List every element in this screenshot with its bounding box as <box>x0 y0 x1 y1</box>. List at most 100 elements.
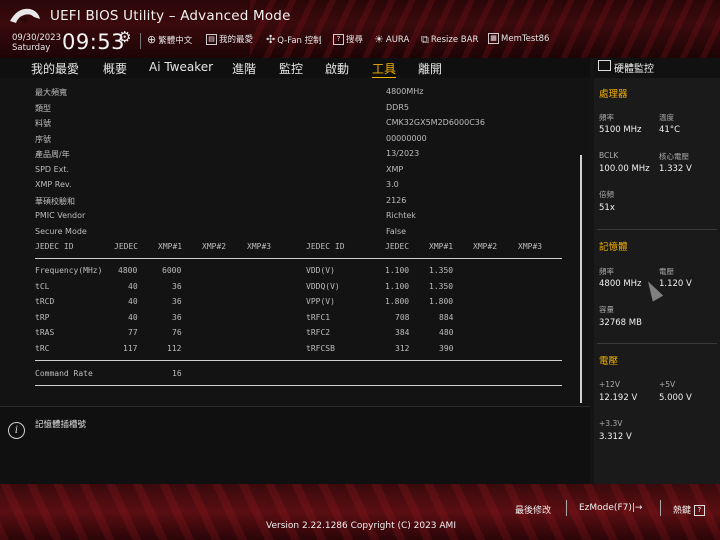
table-header: XMP#1 <box>429 242 454 251</box>
table-cell: 1.100 <box>385 282 410 291</box>
field-value: 4800MHz <box>386 87 424 96</box>
table-cell: 312 <box>395 344 410 353</box>
cpu-freq-label: 頻率 <box>599 113 614 122</box>
table-cell: 708 <box>395 313 410 322</box>
tab-boot[interactable]: 啟動 <box>325 60 349 77</box>
table-cell: Frequency(MHz) <box>35 266 103 275</box>
mem-volt-label: 電壓 <box>659 267 674 276</box>
ezmode-button[interactable]: EzMode(F7)|→ <box>579 503 642 513</box>
hotkeys-label: 熱鍵 <box>673 506 692 516</box>
table-cell: 390 <box>439 344 454 353</box>
search-button[interactable]: ? 搜尋 <box>333 33 363 45</box>
vcore-value: 1.332 V <box>659 164 692 174</box>
table-header: JEDEC ID <box>35 242 74 251</box>
table-cell: 112 <box>167 344 182 353</box>
my-favorites-label: 我的最愛 <box>219 35 254 45</box>
field-label: XMP Rev. <box>35 180 72 189</box>
field-label: 最大頻寬 <box>35 88 67 97</box>
field-label: 產品周/年 <box>35 150 70 159</box>
field-value: XMP <box>386 165 404 174</box>
language-label: 繁體中文 <box>158 35 193 46</box>
memory-section-title: 記憶體 <box>599 242 628 253</box>
tab-main[interactable]: 概要 <box>103 60 127 77</box>
table-cell: 1.100 <box>385 266 410 275</box>
table-cell: 36 <box>172 297 182 306</box>
table-cell: tRC <box>35 344 50 353</box>
fan-icon: ✣ <box>266 33 276 46</box>
tab-tool[interactable]: 工具 <box>372 60 397 78</box>
table-cell: 4800 <box>118 266 138 275</box>
mem-cap-value: 32768 MB <box>599 318 642 328</box>
ratio-value: 51x <box>599 203 615 213</box>
tab-ai-tweaker[interactable]: Ai Tweaker <box>149 60 213 74</box>
field-value: DDR5 <box>386 103 409 112</box>
table-cell: 1.800 <box>385 297 410 306</box>
command-rate-value: 16 <box>172 369 182 378</box>
mem-volt-value: 1.120 V <box>659 279 692 289</box>
v5-label: +5V <box>659 380 676 389</box>
field-value: Richtek <box>386 211 416 220</box>
mem-freq-label: 頻率 <box>599 267 614 276</box>
table-cell: 1.350 <box>429 266 454 275</box>
date-value: 09/30/2023 <box>12 33 61 43</box>
table-cell: VDD(V) <box>306 266 335 275</box>
field-value: 2126 <box>386 196 407 205</box>
field-label: 華碩校驗和 <box>35 197 75 206</box>
qfan-label: Q-Fan 控制 <box>277 35 322 46</box>
resize-bar-icon: ⧉ <box>421 33 429 46</box>
my-favorites-button[interactable]: ▤ 我的最愛 <box>206 33 253 45</box>
clock: 09:53 <box>62 30 126 54</box>
help-text: 記憶體插槽號 <box>35 420 87 430</box>
memtest-button[interactable]: ▦ MemTest86 <box>488 33 549 44</box>
table-cell: VDDQ(V) <box>306 282 340 291</box>
tab-exit[interactable]: 離開 <box>418 60 442 77</box>
cpu-freq-value: 5100 MHz <box>599 125 642 135</box>
table-cell: 117 <box>123 344 138 353</box>
tab-my-favorites[interactable]: 我的最愛 <box>31 60 79 77</box>
language-button[interactable]: ⊕ 繁體中文 <box>147 33 192 46</box>
v33-value: 3.312 V <box>599 432 632 442</box>
table-cell: VPP(V) <box>306 297 335 306</box>
field-label: 料號 <box>35 119 51 128</box>
bclk-label: BCLK <box>599 151 619 160</box>
app-title: UEFI BIOS Utility – Advanced Mode <box>50 8 291 24</box>
table-cell: tRCD <box>35 297 55 306</box>
v33-label: +3.3V <box>599 419 623 428</box>
tab-monitor[interactable]: 監控 <box>279 60 303 77</box>
table-cell: tRFC1 <box>306 313 331 322</box>
resize-bar-label: Resize BAR <box>430 35 479 45</box>
monitor-icon <box>598 60 611 71</box>
table-cell: tRFCSB <box>306 344 335 353</box>
hotkeys-button[interactable]: 熱鍵 ? <box>673 503 705 516</box>
table-cell: 77 <box>128 328 138 337</box>
table-cell: 36 <box>172 282 182 291</box>
header-divider <box>140 33 141 49</box>
help-icon: ? <box>693 505 705 516</box>
mem-cap-label: 容量 <box>599 305 614 314</box>
table-header: JEDEC <box>385 242 410 251</box>
field-label: SPD Ext. <box>35 165 70 174</box>
resize-bar-button[interactable]: ⧉ Resize BAR <box>421 33 478 47</box>
field-label: 類型 <box>35 104 51 113</box>
table-cell: tRFC2 <box>306 328 331 337</box>
table-cell: 36 <box>172 313 182 322</box>
hardware-monitor-header <box>594 58 720 78</box>
field-label: PMIC Vendor <box>35 211 86 220</box>
table-cell: 884 <box>439 313 454 322</box>
tab-advanced[interactable]: 進階 <box>232 60 256 77</box>
last-modified-button[interactable]: 最後修改 <box>515 503 551 516</box>
aura-button[interactable]: ☀ AURA <box>374 33 409 46</box>
field-value: 00000000 <box>386 134 427 143</box>
field-value: False <box>386 227 407 236</box>
table-cell: tRAS <box>35 328 55 337</box>
scrollbar[interactable] <box>580 155 582 403</box>
favorites-icon: ▤ <box>206 33 217 45</box>
memtest-label: MemTest86 <box>501 33 550 44</box>
table-cell: 76 <box>172 328 182 337</box>
table-cell: 6000 <box>162 266 182 275</box>
qfan-button[interactable]: ✣ Q-Fan 控制 <box>266 33 322 46</box>
table-cell: 40 <box>128 297 138 306</box>
table-divider <box>35 258 562 259</box>
gear-icon[interactable]: ⚙ <box>118 28 131 46</box>
cpu-section-title: 處理器 <box>599 89 628 100</box>
